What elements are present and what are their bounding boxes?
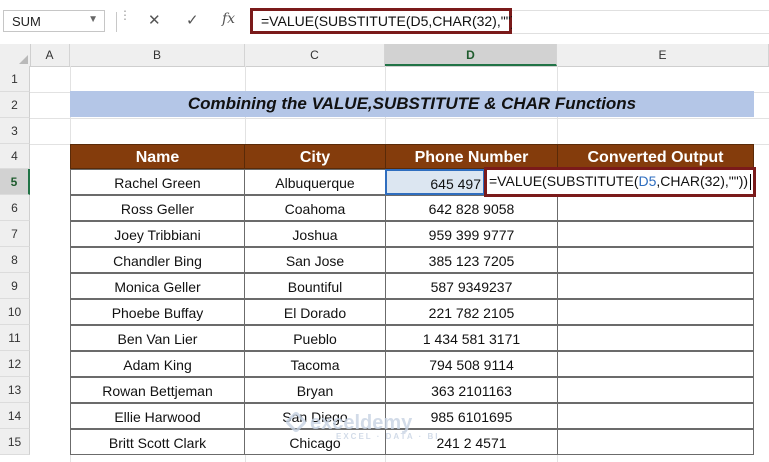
name-box-value: SUM (12, 14, 41, 29)
cell-output[interactable] (557, 221, 754, 247)
cell-city[interactable]: Pueblo (244, 325, 386, 351)
watermark-tagline: EXCEL · DATA · BI (336, 432, 440, 441)
spreadsheet-grid[interactable]: A B C D E 1 2 3 4 5 6 7 8 9 10 11 12 13 … (0, 44, 769, 462)
cell-phone-value: 645 497 (430, 176, 481, 192)
row-header[interactable]: 9 (0, 273, 30, 299)
formula-input-extension[interactable] (512, 10, 769, 34)
row-header[interactable]: 14 (0, 403, 30, 429)
cell-phone[interactable]: 959 399 9777 (385, 221, 558, 247)
row-header[interactable]: 6 (0, 195, 30, 221)
cell-phone[interactable]: 794 508 9114 (385, 351, 558, 377)
editor-text: =VALUE(SUBSTITUTE(D5,CHAR(32),"")) (489, 173, 752, 191)
cell-output[interactable] (557, 403, 754, 429)
cell-name[interactable]: Monica Geller (70, 273, 245, 299)
select-all-button[interactable] (0, 44, 31, 66)
cell-name[interactable]: Chandler Bing (70, 247, 245, 273)
column-header-b[interactable]: B (70, 44, 245, 66)
cell-name[interactable]: Britt Scott Clark (70, 429, 245, 455)
row-header[interactable]: 11 (0, 325, 30, 351)
cell-name[interactable]: Adam King (70, 351, 245, 377)
row-header[interactable]: 8 (0, 247, 30, 273)
cell-name[interactable]: Ben Van Lier (70, 325, 245, 351)
cell-output[interactable] (557, 351, 754, 377)
cell-name[interactable]: Ellie Harwood (70, 403, 245, 429)
chevron-down-icon[interactable]: ▼ (88, 14, 98, 25)
header-city: City (244, 144, 386, 169)
row-header-active[interactable]: 5 (0, 169, 30, 195)
row-header[interactable]: 3 (0, 118, 30, 144)
header-converted-output: Converted Output (557, 144, 754, 169)
sheet-title: Combining the VALUE,SUBSTITUTE & CHAR Fu… (70, 91, 754, 117)
cell-phone[interactable]: 221 782 2105 (385, 299, 558, 325)
formula-text: =VALUE(SUBSTITUTE(D5,CHAR(32),"")) (261, 13, 520, 29)
check-icon[interactable]: ✓ (186, 11, 199, 29)
row-header[interactable]: 7 (0, 221, 30, 247)
cell-phone[interactable]: 1 434 581 3171 (385, 325, 558, 351)
column-header-d[interactable]: D (385, 44, 557, 66)
name-box[interactable]: SUM ▼ (3, 10, 105, 32)
column-header-a[interactable]: A (30, 44, 70, 66)
row-header[interactable]: 1 (0, 66, 30, 92)
watermark-brand: exceldemy (310, 412, 413, 434)
column-header-e[interactable]: E (557, 44, 769, 66)
cell-output[interactable] (557, 377, 754, 403)
cell-city[interactable]: Albuquerque (244, 169, 386, 195)
more-options-icon[interactable]: ⋮ (119, 9, 131, 21)
cell-phone[interactable]: 385 123 7205 (385, 247, 558, 273)
editor-cell-reference: D5 (638, 173, 657, 189)
column-headers: A B C D E (0, 44, 769, 67)
cell-name[interactable]: Joey Tribbiani (70, 221, 245, 247)
text-cursor (750, 174, 752, 191)
column-header-c[interactable]: C (245, 44, 385, 66)
cell-phone-selected[interactable]: 645 497 (385, 169, 485, 195)
editor-prefix: =VALUE(SUBSTITUTE( (489, 173, 639, 189)
cell-phone[interactable]: 587 9349237 (385, 273, 558, 299)
header-name: Name (70, 144, 245, 169)
cell-phone[interactable]: 642 828 9058 (385, 195, 558, 221)
cell-city[interactable]: Bountiful (244, 273, 386, 299)
cell-city[interactable]: Tacoma (244, 351, 386, 377)
formula-input[interactable]: =VALUE(SUBSTITUTE(D5,CHAR(32),"")) (250, 8, 520, 34)
close-icon[interactable]: ✕ (148, 11, 161, 29)
editor-suffix: ,CHAR(32),"")) (656, 173, 749, 189)
cell-city[interactable]: San Jose (244, 247, 386, 273)
cell-output[interactable] (557, 195, 754, 221)
formula-bar-divider (116, 12, 117, 32)
active-cell-editor[interactable]: =VALUE(SUBSTITUTE(D5,CHAR(32),"")) (484, 167, 756, 197)
header-phone-number: Phone Number (385, 144, 558, 169)
row-header[interactable]: 2 (0, 92, 30, 118)
cell-name[interactable]: Ross Geller (70, 195, 245, 221)
cell-city[interactable]: El Dorado (244, 299, 386, 325)
watermark-logo: exceldemy EXCEL · DATA · BI (284, 410, 440, 441)
cell-phone[interactable]: 363 2101163 (385, 377, 558, 403)
cell-name[interactable]: Phoebe Buffay (70, 299, 245, 325)
row-header[interactable]: 12 (0, 351, 30, 377)
cell-city[interactable]: Coahoma (244, 195, 386, 221)
cell-name[interactable]: Rowan Bettjeman (70, 377, 245, 403)
cell-output[interactable] (557, 299, 754, 325)
row-header[interactable]: 15 (0, 429, 30, 455)
cell-name[interactable]: Rachel Green (70, 169, 245, 195)
cell-city[interactable]: Bryan (244, 377, 386, 403)
row-header[interactable]: 4 (0, 144, 30, 169)
row-header[interactable]: 13 (0, 377, 30, 403)
cell-output[interactable] (557, 325, 754, 351)
function-icon[interactable]: fx (222, 11, 235, 27)
cell-output[interactable] (557, 247, 754, 273)
formula-bar: SUM ▼ ⋮ ✕ ✓ fx =VALUE(SUBSTITUTE(D5,CHAR… (0, 0, 769, 45)
gridline (30, 118, 769, 119)
cell-output[interactable] (557, 273, 754, 299)
select-all-icon (19, 55, 28, 64)
row-header[interactable]: 10 (0, 299, 30, 325)
cell-output[interactable] (557, 429, 754, 455)
cell-city[interactable]: Joshua (244, 221, 386, 247)
